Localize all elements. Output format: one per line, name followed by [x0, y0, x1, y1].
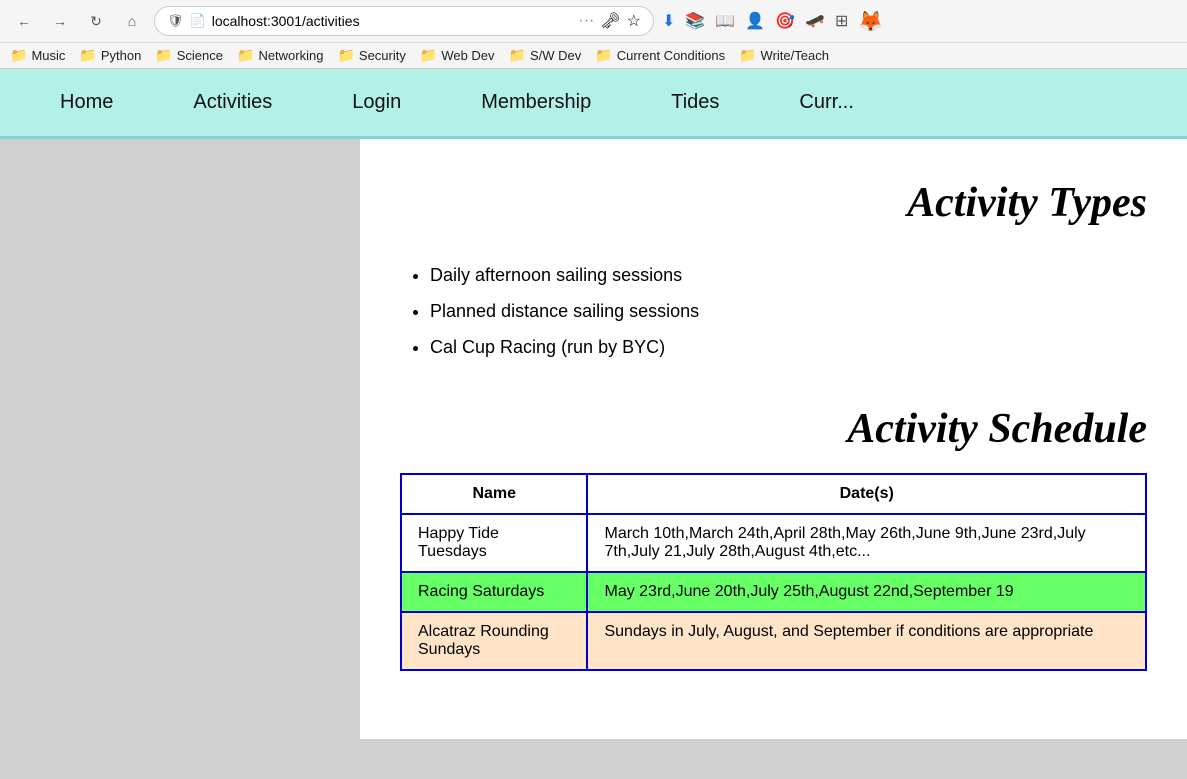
bookmark-label: Security — [359, 48, 406, 63]
folder-icon: 📁 — [237, 47, 254, 64]
back-button[interactable]: ← — [10, 7, 38, 35]
page-wrapper: Activity Types Daily afternoon sailing s… — [0, 139, 1187, 779]
navbar: Home Activities Login Membership Tides C… — [0, 69, 1187, 139]
star-icon: ☆ — [627, 11, 641, 31]
row-dates: Sundays in July, August, and September i… — [587, 612, 1146, 670]
folder-icon: 📁 — [155, 47, 172, 64]
folder-icon: 📁 — [509, 47, 526, 64]
row-name: Racing Saturdays — [401, 572, 587, 612]
folder-icon: 📁 — [420, 47, 437, 64]
account-icon[interactable]: 👤 — [745, 11, 765, 31]
folder-icon: 📁 — [739, 47, 756, 64]
forward-button[interactable]: → — [46, 7, 74, 35]
bookmark-label: Music — [31, 48, 65, 63]
nav-tides[interactable]: Tides — [631, 69, 759, 136]
ellipsis-icon: ··· — [578, 12, 594, 30]
extension-icon[interactable]: 🛹 — [805, 11, 825, 31]
list-item: Planned distance sailing sessions — [430, 293, 1147, 329]
overflow-icon[interactable]: 🦊 — [858, 9, 883, 34]
library-icon[interactable]: 📚 — [685, 11, 705, 31]
table-row: Alcatraz Rounding Sundays Sundays in Jul… — [401, 612, 1146, 670]
nav-login[interactable]: Login — [312, 69, 441, 136]
schedule-title: Activity Schedule — [400, 405, 1147, 453]
col-header-name: Name — [401, 474, 587, 514]
folder-icon: 📁 — [337, 47, 354, 64]
browser-chrome: ← → ↻ ⌂ 🛡 📄 ··· 🗝 ☆ ⬇ 📚 📖 👤 🎯 🛹 ⊞ 🦊 📁 Mu… — [0, 0, 1187, 69]
nav-activities[interactable]: Activities — [153, 69, 312, 136]
bookmark-current-conditions[interactable]: 📁 Current Conditions — [595, 47, 725, 64]
bookmark-label: S/W Dev — [530, 48, 581, 63]
col-header-dates: Date(s) — [587, 474, 1146, 514]
home-button[interactable]: ⌂ — [118, 7, 146, 35]
folder-icon: 📁 — [595, 47, 612, 64]
bookmark-label: Current Conditions — [617, 48, 725, 63]
schedule-table: Name Date(s) Happy Tide Tuesdays March 1… — [400, 473, 1147, 671]
bookmark-label: Python — [101, 48, 141, 63]
refresh-button[interactable]: ↻ — [82, 7, 110, 35]
bookmark-label: Networking — [258, 48, 323, 63]
tracking-icon[interactable]: 🎯 — [775, 11, 795, 31]
nav-curr[interactable]: Curr... — [759, 69, 893, 136]
grid-icon[interactable]: ⊞ — [835, 11, 848, 31]
table-row: Happy Tide Tuesdays March 10th,March 24t… — [401, 514, 1146, 572]
bookmark-swdev[interactable]: 📁 S/W Dev — [509, 47, 582, 64]
reader-icon[interactable]: 📖 — [715, 11, 735, 31]
browser-toolbar-icons: ⬇ 📚 📖 👤 🎯 🛹 ⊞ 🦊 — [662, 9, 883, 34]
browser-toolbar: ← → ↻ ⌂ 🛡 📄 ··· 🗝 ☆ ⬇ 📚 📖 👤 🎯 🛹 ⊞ 🦊 — [0, 0, 1187, 42]
nav-home[interactable]: Home — [20, 69, 153, 136]
bookmark-label: Write/Teach — [761, 48, 829, 63]
bookmarks-bar: 📁 Music 📁 Python 📁 Science 📁 Networking … — [0, 42, 1187, 68]
row-name: Happy Tide Tuesdays — [401, 514, 587, 572]
bookmark-science[interactable]: 📁 Science — [155, 47, 223, 64]
page-title: Activity Types — [400, 179, 1147, 227]
nav-membership[interactable]: Membership — [441, 69, 631, 136]
activity-types: Daily afternoon sailing sessions Planned… — [400, 257, 1147, 365]
download-icon[interactable]: ⬇ — [662, 11, 675, 31]
row-dates: March 10th,March 24th,April 28th,May 26t… — [587, 514, 1146, 572]
bookmark-python[interactable]: 📁 Python — [79, 47, 141, 64]
bookmark-webdev[interactable]: 📁 Web Dev — [420, 47, 495, 64]
list-item: Cal Cup Racing (run by BYC) — [430, 329, 1147, 365]
row-dates: May 23rd,June 20th,July 25th,August 22nd… — [587, 572, 1146, 612]
folder-icon: 📁 — [10, 47, 27, 64]
folder-icon: 📁 — [79, 47, 96, 64]
content-area: Activity Types Daily afternoon sailing s… — [360, 139, 1187, 739]
url-input[interactable] — [212, 13, 573, 29]
address-bar: 🛡 📄 ··· 🗝 ☆ — [154, 6, 654, 36]
page-icon: 📄 — [190, 13, 206, 29]
row-name: Alcatraz Rounding Sundays — [401, 612, 587, 670]
bookmark-networking[interactable]: 📁 Networking — [237, 47, 323, 64]
shield-icon: 🛡 — [167, 13, 184, 29]
bookmark-write-teach[interactable]: 📁 Write/Teach — [739, 47, 829, 64]
bookmark-security[interactable]: 📁 Security — [337, 47, 405, 64]
list-item: Daily afternoon sailing sessions — [430, 257, 1147, 293]
left-sidebar — [0, 139, 180, 739]
bookmark-music[interactable]: 📁 Music — [10, 47, 65, 64]
bookmark-label: Science — [177, 48, 223, 63]
pocket-icon: 🗝 — [600, 11, 620, 31]
table-row: Racing Saturdays May 23rd,June 20th,July… — [401, 572, 1146, 612]
activity-types-list: Daily afternoon sailing sessions Planned… — [430, 257, 1147, 365]
bookmark-label: Web Dev — [441, 48, 494, 63]
